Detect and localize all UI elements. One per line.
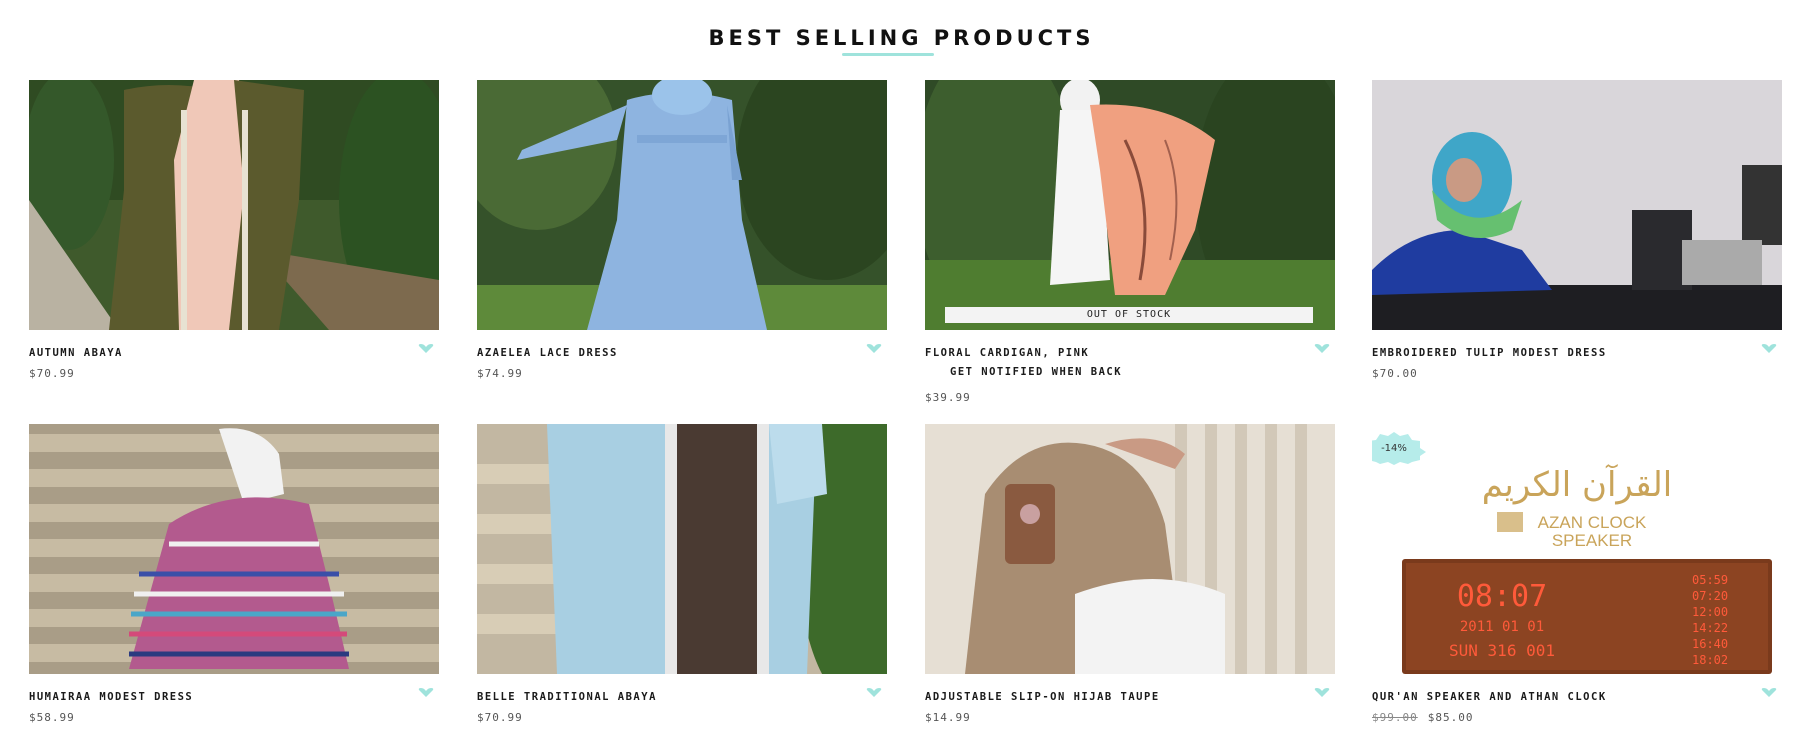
heart-icon[interactable]	[866, 344, 882, 353]
old-price: $99.00	[1372, 711, 1418, 724]
product-name[interactable]: AZAELEA LACE DRESS	[477, 347, 618, 359]
product-price: $14.99	[925, 711, 971, 724]
product-image[interactable]	[925, 424, 1335, 674]
clock-brand-line2: SPEAKER	[1552, 531, 1632, 550]
heart-icon[interactable]	[1314, 344, 1330, 353]
heart-icon[interactable]	[866, 688, 882, 697]
product-price: $58.99	[29, 711, 75, 724]
section-title: BEST SELLING PRODUCTS	[708, 26, 1095, 50]
prayer-time: 18:02	[1692, 653, 1728, 667]
product-name[interactable]: QUR'AN SPEAKER AND ATHAN CLOCK	[1372, 691, 1607, 703]
product-name[interactable]: EMBROIDERED TULIP MODEST DRESS	[1372, 347, 1607, 359]
product-image[interactable]: OUT OF STOCK	[925, 80, 1335, 330]
clock-day: SUN 316 001	[1449, 641, 1555, 660]
product-card[interactable]: AZAELEA LACE DRESS $74.99	[477, 80, 887, 380]
heart-icon[interactable]	[1761, 344, 1777, 353]
product-image[interactable]	[477, 80, 887, 330]
product-image[interactable]	[1372, 80, 1782, 330]
product-card[interactable]: HUMAIRAA MODEST DRESS $58.99	[29, 424, 439, 724]
prayer-time: 14:22	[1692, 621, 1728, 635]
notify-link[interactable]: GET NOTIFIED WHEN BACK	[950, 366, 1122, 378]
product-image[interactable]	[29, 80, 439, 330]
product-name[interactable]: AUTUMN ABAYA	[29, 347, 123, 359]
product-price: $70.99	[477, 711, 523, 724]
prayer-time: 16:40	[1692, 637, 1728, 651]
arabic-title: القرآن الكريم	[1482, 464, 1672, 505]
product-card[interactable]: OUT OF STOCK FLORAL CARDIGAN, PINK GET N…	[925, 80, 1335, 404]
product-card[interactable]: EMBROIDERED TULIP MODEST DRESS $70.00	[1372, 80, 1782, 380]
heart-icon[interactable]	[1761, 688, 1777, 697]
product-price: $39.99	[925, 391, 971, 404]
product-image[interactable]: القرآن الكريم AZAN CLOCK SPEAKER 08:07 2…	[1372, 424, 1782, 674]
prayer-time: 07:20	[1692, 589, 1728, 603]
product-price: $70.00	[1372, 367, 1418, 380]
product-card[interactable]: القرآن الكريم AZAN CLOCK SPEAKER 08:07 2…	[1372, 424, 1782, 724]
product-card[interactable]: AUTUMN ABAYA $70.99	[29, 80, 439, 380]
product-price: $74.99	[477, 367, 523, 380]
heart-icon[interactable]	[418, 344, 434, 353]
sale-badge-label: -14%	[1381, 442, 1407, 454]
product-price: $99.00 $85.00	[1372, 711, 1474, 724]
product-card[interactable]: BELLE TRADITIONAL ABAYA $70.99	[477, 424, 887, 724]
sale-badge: -14%	[1372, 430, 1428, 466]
product-image[interactable]	[29, 424, 439, 674]
heart-icon[interactable]	[418, 688, 434, 697]
prayer-time: 12:00	[1692, 605, 1728, 619]
product-price: $70.99	[29, 367, 75, 380]
clock-brand-line1: AZAN CLOCK	[1538, 513, 1647, 532]
product-image[interactable]	[477, 424, 887, 674]
clock-time: 08:07	[1457, 579, 1547, 614]
heart-icon[interactable]	[1314, 688, 1330, 697]
product-name[interactable]: BELLE TRADITIONAL ABAYA	[477, 691, 657, 703]
product-name[interactable]: HUMAIRAA MODEST DRESS	[29, 691, 193, 703]
clock-date: 2011 01 01	[1460, 619, 1544, 635]
prayer-time: 05:59	[1692, 573, 1728, 587]
sale-price: $85.00	[1427, 711, 1474, 724]
product-card[interactable]: ADJUSTABLE SLIP-ON HIJAB TAUPE $14.99	[925, 424, 1335, 724]
product-name[interactable]: FLORAL CARDIGAN, PINK	[925, 347, 1089, 359]
title-underline	[842, 53, 934, 56]
out-of-stock-badge: OUT OF STOCK	[945, 307, 1313, 323]
product-name[interactable]: ADJUSTABLE SLIP-ON HIJAB TAUPE	[925, 691, 1160, 703]
